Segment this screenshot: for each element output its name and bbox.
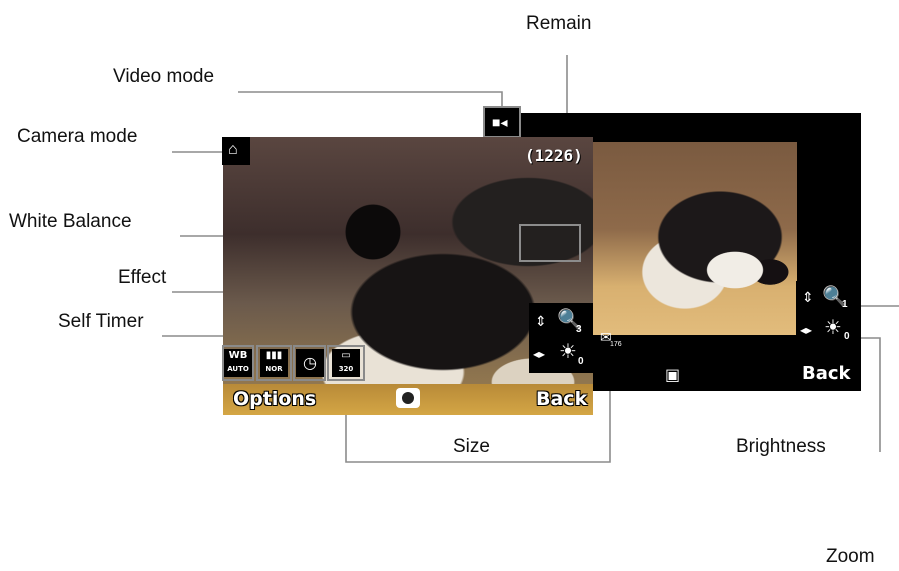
camera-shutter-icon [402, 392, 414, 404]
record-icon: ▣ [665, 367, 681, 384]
effect-box: ▮▮▮ NOR [256, 345, 292, 381]
brightness-arrows-icon: ◂▸ [533, 347, 546, 361]
label-white-balance: White Balance [9, 211, 132, 232]
zoom-arrows-icon: ⇕ [802, 289, 814, 305]
label-zoom: Zoom [826, 546, 875, 567]
label-self-timer: Self Timer [58, 311, 144, 332]
back-size-icon: ✉ 176 [600, 329, 622, 348]
video-camera-icon: ■◂ [492, 114, 508, 130]
camera-mode-indicator: ⌂ [222, 137, 250, 165]
size-box: ▭ 320 [327, 345, 365, 381]
front-settings-panel: ⇕ 🔍 3 ◂▸ ☀ 0 [529, 303, 593, 373]
size-icon: ▭ 320 [332, 349, 360, 377]
back-softkey-back[interactable]: Back [802, 363, 851, 384]
video-mode-indicator: ■◂ [483, 106, 521, 138]
white-balance-icon: WB AUTO [224, 349, 252, 377]
self-timer-icon: ◷ [296, 349, 324, 377]
back-brightness-value: 0 [844, 331, 850, 342]
effect-icon: ▮▮▮ NOR [260, 349, 288, 377]
focus-frame [519, 224, 581, 262]
self-timer-box: ◷ [293, 345, 326, 381]
label-effect: Effect [118, 267, 167, 288]
zoom-value: 3 [576, 324, 582, 335]
brightness-arrows-icon: ◂▸ [800, 323, 813, 337]
brightness-icon: ☀ [824, 317, 842, 339]
label-remain: Remain [526, 13, 592, 34]
white-balance-box: WB AUTO [222, 345, 254, 381]
label-brightness: Brightness [736, 436, 826, 457]
video-preview-image [590, 142, 797, 335]
camera-house-icon: ⌂ [228, 141, 238, 158]
zoom-arrows-icon: ⇕ [535, 313, 547, 329]
back-softkey[interactable]: Back [536, 388, 587, 410]
brightness-value: 0 [578, 356, 584, 367]
back-zoom-value: 1 [842, 299, 848, 310]
label-video-mode: Video mode [113, 66, 215, 87]
back-settings-panel: ⇕ 🔍 1 ◂▸ ☀ 0 [796, 281, 861, 351]
capture-button[interactable] [396, 388, 420, 408]
options-softkey[interactable]: Options [233, 388, 316, 410]
softkey-bar: Options Back [223, 384, 593, 415]
remain-count: (1226) [525, 146, 583, 165]
label-camera-mode: Camera mode [17, 126, 138, 147]
brightness-icon: ☀ [559, 341, 577, 363]
label-size: Size [453, 436, 490, 457]
